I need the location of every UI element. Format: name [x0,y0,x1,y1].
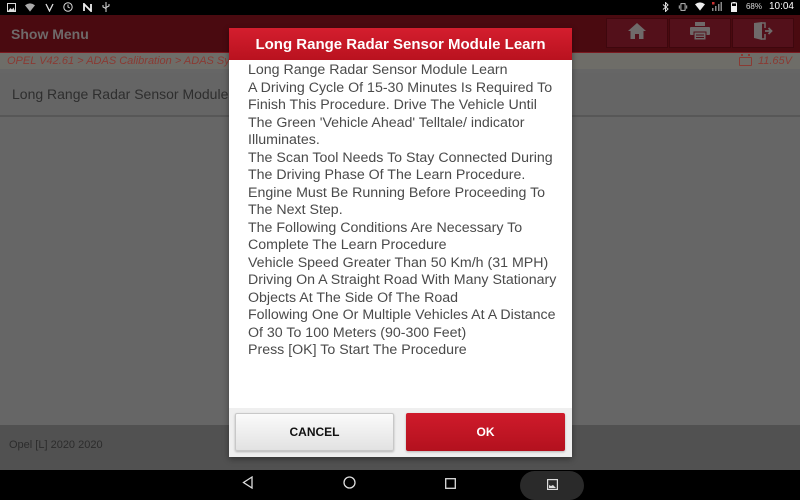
home-nav-button[interactable] [340,476,358,494]
recents-button[interactable] [441,476,459,494]
car-battery-icon [738,54,752,66]
dialog-line: Press [OK] To Start The Procedure [248,342,467,358]
vehicle-info: Opel [L] 2020 2020 [9,439,103,451]
ok-button[interactable]: OK [406,413,565,451]
dialog-line: Vehicle Speed Greater Than 50 Km/h (31 M… [248,254,549,271]
cancel-button[interactable]: CANCEL [235,413,394,451]
dialog-line: Driving On A Straight Road With Many Sta… [248,272,557,306]
dialog-message: Long Range Radar Sensor Module Learn A D… [229,60,572,408]
breadcrumb-path: OPEL V42.61 > ADAS Calibration > ADAS Sy… [7,55,245,67]
circle-home-icon [342,476,356,494]
wifi-icon [694,2,705,12]
status-bar-system: 68% 10:04 [661,1,794,12]
home-icon [628,22,646,44]
vibrate-icon [678,2,688,12]
signal-icon [44,2,54,12]
exit-button[interactable] [732,18,794,48]
exit-icon [753,21,773,45]
list-item-label: Long Range Radar Sensor Module L [12,86,241,102]
bluetooth-icon [661,1,671,12]
dialog-line: Engine Must Be Running Before Proceeding… [248,184,546,219]
dialog-line: The Following Conditions Are Necessary T… [248,219,523,254]
dialog-line: Long Range Radar Sensor Module Learn [248,62,508,78]
status-bar-notifications [6,2,111,12]
voltage-indicator: 11.65V [738,54,792,67]
usb-icon [101,2,111,12]
wifi-question-icon [25,2,35,12]
alarm-icon [63,2,73,12]
print-button[interactable] [669,18,731,48]
clock: 10:04 [768,1,794,12]
navigation-bar [0,470,800,500]
dialog-line: Following One Or Multiple Vehicles At A … [248,307,556,341]
learn-dialog: Long Range Radar Sensor Module Learn Lon… [229,28,572,457]
gallery-icon [6,2,16,12]
voltage-value: 11.65V [757,55,792,67]
cellular-icon [711,2,722,12]
toolbar [606,18,794,48]
dialog-title: Long Range Radar Sensor Module Learn [229,28,572,60]
screenshot-button[interactable] [520,471,584,500]
battery-percent: 68% [745,2,762,11]
battery-icon [729,1,739,12]
dialog-line: A Driving Cycle Of 15-30 Minutes Is Requ… [248,79,553,149]
nfc-icon [82,2,92,12]
back-button[interactable] [239,475,257,494]
dialog-line: The Scan Tool Needs To Stay Connected Du… [248,149,553,184]
status-bar: 68% 10:04 [0,0,800,15]
gallery-icon [546,477,558,495]
printer-icon [690,21,710,45]
dialog-footer: CANCEL OK [229,408,572,457]
home-button[interactable] [606,18,668,48]
square-recents-icon [444,476,456,494]
back-icon [242,475,254,494]
show-menu-button[interactable]: Show Menu [11,26,89,42]
